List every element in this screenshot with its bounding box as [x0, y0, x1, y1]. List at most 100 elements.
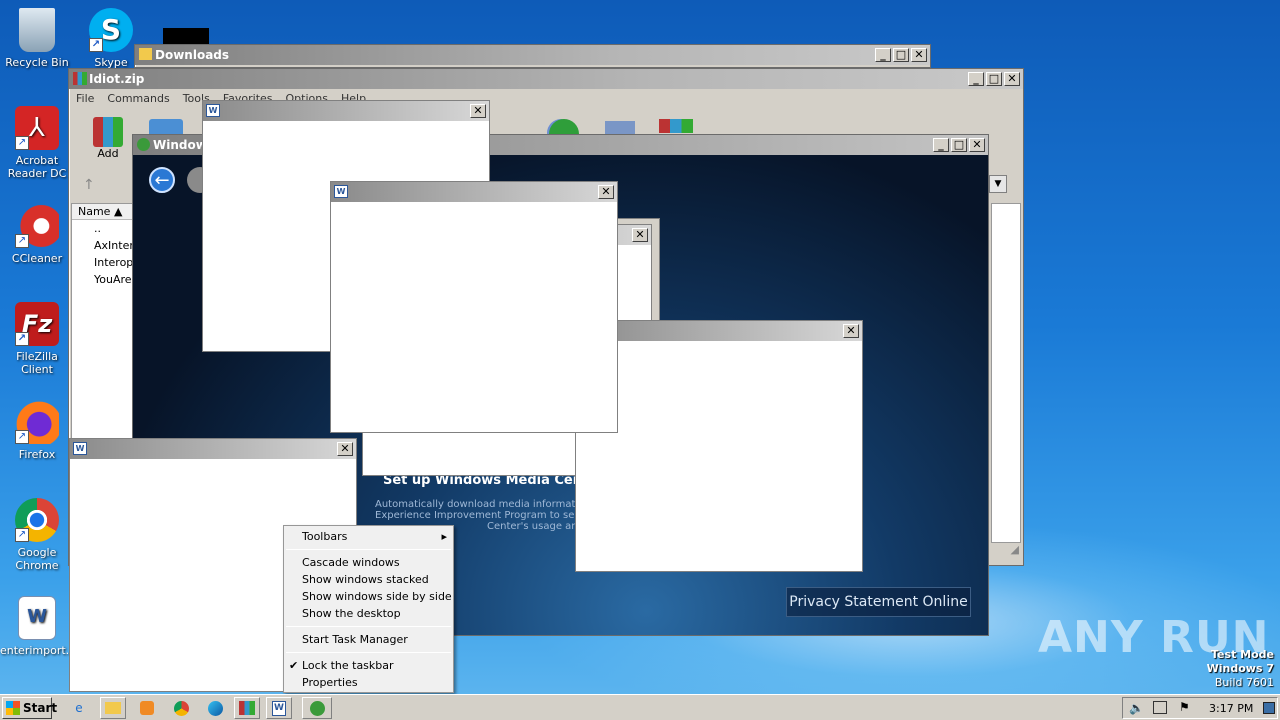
menu-item-properties[interactable]: Properties: [284, 674, 453, 691]
explorer-taskbar-icon[interactable]: [100, 697, 126, 719]
media-center-taskbar-icon[interactable]: [302, 697, 332, 719]
repair-icon[interactable]: [659, 119, 693, 133]
list-item[interactable]: AxInter: [72, 237, 134, 254]
submenu-arrow-icon: ▸: [441, 530, 447, 543]
menu-item-cascade-windows[interactable]: Cascade windows: [284, 554, 453, 571]
word-icon: W: [206, 104, 220, 117]
popup-titlebar[interactable]: W ✕: [203, 101, 489, 121]
desktop-icon-label: Firefox: [18, 448, 56, 461]
clock[interactable]: 3:17 PM: [1209, 702, 1253, 715]
menu-separator: [286, 652, 451, 653]
ie-taskbar-icon[interactable]: e: [66, 697, 92, 719]
word-taskbar-icon[interactable]: W: [266, 697, 292, 719]
word-icon: W: [334, 185, 348, 198]
action-center-flag-icon[interactable]: ⚑: [1179, 700, 1190, 714]
show-desktop-icon[interactable]: [1263, 702, 1275, 714]
firefox-icon: ↗: [15, 400, 59, 444]
close-button[interactable]: ✕: [911, 48, 927, 62]
popup-window-4[interactable]: W ✕: [330, 181, 618, 433]
system-tray: 🔈 ⚑ 3:17 PM: [1122, 697, 1278, 719]
word-icon: W: [73, 442, 87, 455]
desktop-icon-label: CCleaner: [11, 252, 63, 265]
windows-logo-icon: [6, 701, 20, 715]
menu-item-show-windows-stacked[interactable]: Show windows stacked: [284, 571, 453, 588]
extract-folder-icon[interactable]: [149, 119, 183, 135]
menu-separator: [286, 549, 451, 550]
maximize-button[interactable]: □: [893, 48, 909, 62]
network-icon[interactable]: [1153, 701, 1167, 714]
desktop-icon-label: enterimport....: [0, 644, 80, 657]
taskbar-context-menu[interactable]: Toolbars ▸ Cascade windows Show windows s…: [283, 525, 454, 693]
chrome-taskbar-icon[interactable]: [168, 697, 194, 719]
menu-commands[interactable]: Commands: [107, 92, 169, 105]
menu-item-toolbars[interactable]: Toolbars ▸: [284, 528, 453, 545]
desktop-icon-label: Google Chrome: [15, 546, 59, 572]
winrar-titlebar[interactable]: Idiot.zip _ □ ✕: [69, 69, 1023, 89]
menu-file[interactable]: File: [76, 92, 94, 105]
list-item[interactable]: YouAre: [72, 271, 132, 288]
popup-titlebar[interactable]: W ✕: [70, 439, 356, 459]
desktop-icon-ccleaner[interactable]: ↗ CCleaner: [0, 204, 74, 265]
acrobat-icon: ⅄ ↗: [15, 106, 59, 150]
file-list-right-edge: [991, 203, 1021, 543]
file-list[interactable]: Name ▲ .. AxInter Interop YouAre: [71, 203, 134, 439]
desktop-icon-recycle-bin[interactable]: Recycle Bin: [0, 8, 74, 69]
menu-item-start-task-manager[interactable]: Start Task Manager: [284, 631, 453, 648]
recycle-bin-icon: [19, 8, 55, 52]
close-button[interactable]: ✕: [470, 104, 486, 118]
menu-separator: [286, 626, 451, 627]
resize-grip[interactable]: ◢: [991, 543, 1021, 563]
downloads-window[interactable]: Downloads _ □ ✕: [134, 44, 931, 68]
close-button[interactable]: ✕: [1004, 72, 1020, 86]
close-button[interactable]: ✕: [969, 138, 985, 152]
close-button[interactable]: ✕: [843, 324, 859, 338]
minimize-button[interactable]: _: [968, 72, 984, 86]
downloads-titlebar[interactable]: Downloads _ □ ✕: [135, 45, 930, 65]
close-button[interactable]: ✕: [632, 228, 648, 242]
edge-taskbar-icon[interactable]: [202, 697, 228, 719]
black-window-fragment: [163, 28, 209, 44]
taskbar[interactable]: Start e W 🔈 ⚑ 3:17 PM: [0, 694, 1280, 720]
minimize-button[interactable]: _: [875, 48, 891, 62]
close-button[interactable]: ✕: [598, 185, 614, 199]
menu-item-lock-the-taskbar[interactable]: ✔ Lock the taskbar: [284, 657, 453, 674]
list-item[interactable]: ..: [72, 220, 132, 237]
desktop-icon-filezilla[interactable]: Fz ↗ FileZilla Client: [0, 302, 74, 376]
info-icon[interactable]: [605, 121, 635, 135]
maximize-button[interactable]: □: [951, 138, 967, 152]
media-player-taskbar-icon[interactable]: [134, 697, 160, 719]
volume-icon[interactable]: 🔈: [1129, 701, 1144, 715]
list-item[interactable]: Interop: [72, 254, 133, 271]
add-toolbar-button[interactable]: Add: [91, 117, 125, 160]
minimize-button[interactable]: _: [933, 138, 949, 152]
close-button[interactable]: ✕: [337, 442, 353, 456]
folder-icon: [139, 48, 152, 60]
word-doc-icon: W: [18, 596, 56, 640]
add-archive-icon: [93, 117, 123, 147]
popup-window-3[interactable]: ✕: [575, 320, 863, 572]
desktop-icon-firefox[interactable]: ↗ Firefox: [0, 400, 74, 461]
desktop-icon-label: FileZilla Client: [16, 350, 58, 376]
desktop-icon-label: Recycle Bin: [5, 56, 69, 69]
winrar-icon: [73, 72, 87, 85]
popup-titlebar[interactable]: ✕: [576, 321, 862, 341]
path-dropdown-button[interactable]: ▼: [989, 175, 1007, 193]
back-arrow-icon[interactable]: ←: [149, 167, 175, 193]
column-header-name[interactable]: Name ▲: [72, 204, 132, 220]
maximize-button[interactable]: □: [986, 72, 1002, 86]
desktop-icon-word-doc[interactable]: W enterimport....: [0, 596, 80, 657]
start-button[interactable]: Start: [2, 697, 57, 719]
ccleaner-icon: ↗: [15, 204, 59, 248]
popup-titlebar[interactable]: W ✕: [331, 182, 617, 202]
winrar-taskbar-icon[interactable]: [234, 697, 260, 719]
menu-item-show-the-desktop[interactable]: Show the desktop: [284, 605, 453, 622]
add-label: Add: [97, 147, 119, 160]
desktop-icon-chrome[interactable]: ↗ Google Chrome: [0, 498, 74, 572]
filezilla-icon: Fz ↗: [15, 302, 59, 346]
menu-item-show-windows-side-by-side[interactable]: Show windows side by side: [284, 588, 453, 605]
desktop-icon-acrobat[interactable]: ⅄ ↗ Acrobat Reader DC: [0, 106, 74, 180]
test-mode-watermark: Test Mode Windows 7 Build 7601: [1206, 648, 1274, 689]
desktop-icon-label: Acrobat Reader DC: [7, 154, 67, 180]
up-arrow-icon[interactable]: ↑: [83, 177, 95, 193]
privacy-statement-button[interactable]: Privacy Statement Online: [786, 587, 971, 617]
